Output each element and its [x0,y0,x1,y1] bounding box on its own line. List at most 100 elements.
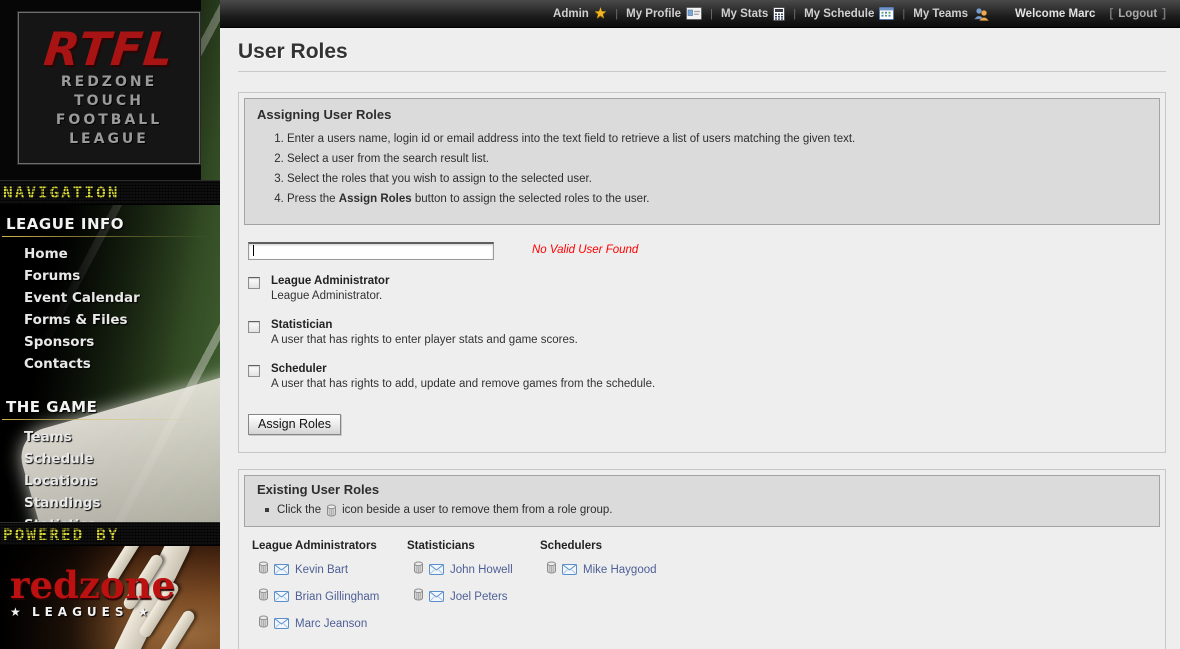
step-3: Select the roles that you wish to assign… [287,172,1147,187]
user-row: John Howell [413,561,540,579]
trash-icon[interactable] [258,588,269,606]
sidebar-item-teams[interactable]: Teams [0,426,220,448]
remove-hint: Click the icon beside a user to remove t… [265,504,1147,517]
step-4: Press the Assign Roles button to assign … [287,192,1147,207]
group-title: League Administrators [252,540,407,552]
trash-icon[interactable] [258,561,269,579]
sidebar-item-forums[interactable]: Forums [0,265,220,287]
gold-underline [2,419,210,420]
sidebar-item-forms-files[interactable]: Forms & Files [0,309,220,331]
bullet-square [265,508,269,512]
step-4-bold: Assign Roles [339,193,412,205]
email-icon[interactable] [562,564,577,575]
calculator-icon [773,7,785,21]
sidebar-item-standings[interactable]: Standings [0,492,220,514]
email-icon[interactable] [274,564,289,575]
menu-separator: | [710,8,713,20]
sidebar-item-home[interactable]: Home [0,243,220,265]
trash-icon[interactable] [413,561,424,579]
logo-line-football: FOOTBALL [19,111,199,130]
email-icon[interactable] [429,591,444,602]
user-row: Mike Haygood [546,561,740,579]
user-row: Marc Jeanson [258,615,407,633]
navigation-banner-text: NAVIGATION [0,181,220,204]
menu-admin[interactable]: Admin ★ [553,7,607,21]
user-search-wrap [248,241,494,260]
powered-by-banner-text: POWERED BY [0,523,220,546]
group-icon [973,7,989,21]
sidebar-menu: LEAGUE INFO Home Forums Event Calendar F… [0,205,220,536]
user-link[interactable]: Marc Jeanson [295,618,367,630]
step-4-post: button to assign the selected roles to t… [412,193,650,205]
group-schedulers: Schedulers Mike Haygood [540,540,740,642]
leagues-text: LEAGUES [32,605,129,619]
trash-icon[interactable] [413,588,424,606]
scheduler-checkbox[interactable] [248,365,260,377]
logo-line-touch: TOUCH [19,92,199,111]
user-search-row: No Valid User Found [248,241,1156,260]
sidebar-item-event-calendar[interactable]: Event Calendar [0,287,220,309]
user-row: Brian Gillingham [258,588,407,606]
vcard-icon [686,7,702,20]
top-menu-bar: Admin ★ | My Profile | My Stats | My Sch… [220,0,1180,28]
role-name: Statistician [271,319,578,332]
user-link[interactable]: John Howell [450,564,513,576]
menu-separator: | [793,8,796,20]
menu-my-teams-label: My Teams [913,8,968,20]
menu-my-schedule[interactable]: My Schedule [804,7,894,20]
powered-by-banner: POWERED BY [0,522,220,546]
league-logo: RTFL REDZONE TOUCH FOOTBALL LEAGUE [18,12,200,164]
bracket: ] [1162,8,1166,20]
star-glyph: ★ [10,605,23,619]
user-search-input[interactable] [248,242,494,260]
logo-acronym: RTFL [16,25,201,73]
sidebar-item-schedule[interactable]: Schedule [0,448,220,470]
user-link[interactable]: Joel Peters [450,591,508,603]
role-description: A user that has rights to add, update an… [271,377,655,392]
section-title-the-game: THE GAME [0,396,220,419]
existing-section: Existing User Roles Click the icon besid… [238,469,1166,649]
user-link[interactable]: Mike Haygood [583,564,657,576]
role-text: Scheduler A user that has rights to add,… [271,363,655,392]
user-row: Kevin Bart [258,561,407,579]
logout-link[interactable]: Logout [1118,8,1157,20]
email-icon[interactable] [429,564,444,575]
email-icon[interactable] [274,618,289,629]
main-content: User Roles Assigning User Roles Enter a … [220,28,1180,649]
group-title: Statisticians [407,540,540,552]
hint-prefix: Click the [277,504,321,516]
sidebar: RTFL REDZONE TOUCH FOOTBALL LEAGUE NAVIG… [0,0,220,649]
menu-my-profile[interactable]: My Profile [626,7,702,20]
sidebar-item-locations[interactable]: Locations [0,470,220,492]
welcome-message: Welcome Marc [1015,8,1095,20]
text-caret [253,245,254,256]
section-title-league-info: LEAGUE INFO [0,213,220,236]
redzone-logo-text: redzone [10,566,175,604]
user-link[interactable]: Kevin Bart [295,564,348,576]
group-league-administrators: League Administrators Kevin Bart Brian G… [252,540,407,642]
user-link[interactable]: Brian Gillingham [295,591,379,603]
menu-separator: | [615,8,618,20]
trash-icon[interactable] [258,615,269,633]
bracket: [ [1109,8,1113,20]
email-icon[interactable] [274,591,289,602]
sidebar-item-sponsors[interactable]: Sponsors [0,331,220,353]
menu-my-stats-label: My Stats [721,8,768,20]
assign-roles-button[interactable]: Assign Roles [248,414,341,435]
group-title: Schedulers [540,540,740,552]
role-name: League Administrator [271,275,389,288]
assigning-section: Assigning User Roles Enter a users name,… [238,92,1166,453]
user-row: Joel Peters [413,588,540,606]
statistician-checkbox[interactable] [248,321,260,333]
menu-my-teams[interactable]: My Teams [913,7,989,21]
assigning-box-title: Assigning User Roles [257,107,1147,122]
role-description: League Administrator. [271,289,389,304]
assign-form: No Valid User Found League Administrator… [244,225,1160,447]
sidebar-item-contacts[interactable]: Contacts [0,353,220,375]
title-divider [238,71,1166,72]
menu-my-stats[interactable]: My Stats [721,7,785,21]
league-administrator-checkbox[interactable] [248,277,260,289]
trash-icon[interactable] [546,561,557,579]
navigation-banner: NAVIGATION [0,180,220,205]
menu-my-schedule-label: My Schedule [804,8,874,20]
